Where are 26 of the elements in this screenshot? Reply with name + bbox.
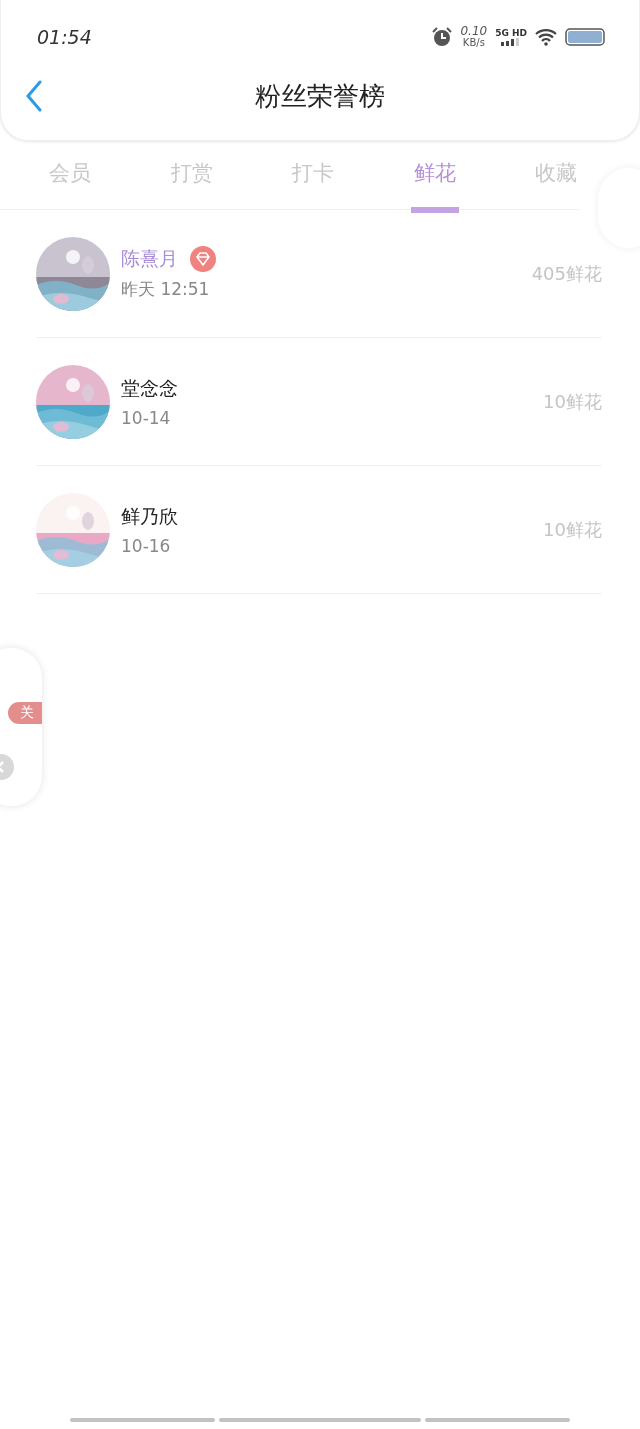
fan-time: 10-14 <box>121 407 172 428</box>
fan-time: 昨天 12:51 <box>121 278 211 301</box>
fan-name: 堂念念 <box>121 375 178 401</box>
close-button[interactable]: 关 <box>8 702 42 724</box>
speed-unit: KB/s <box>462 38 485 49</box>
page-title: 粉丝荣誉榜 <box>255 80 385 111</box>
back-icon[interactable] <box>25 80 43 112</box>
network-type: 5G HD <box>495 28 527 38</box>
network-speed: 0.10 <box>460 25 488 39</box>
flower-count: 10鲜花 <box>543 517 602 542</box>
alarm-icon <box>432 27 453 47</box>
flower-count: 10鲜花 <box>543 389 602 414</box>
tab[interactable]: 打赏 <box>167 141 216 213</box>
signal-icon <box>501 38 522 46</box>
fan-name: 鲜乃欣 <box>121 503 178 529</box>
tab[interactable]: 会员 <box>46 141 94 213</box>
flower-count: 405鲜花 <box>531 261 602 286</box>
status-time: 01:54 <box>37 26 92 48</box>
tab[interactable]: 鲜花 <box>410 141 459 213</box>
diamond-badge-icon <box>190 246 216 272</box>
tab[interactable]: 收藏 <box>532 141 580 213</box>
tab[interactable]: 打卡 <box>289 141 337 213</box>
wifi-icon <box>535 28 557 46</box>
fan-time: 10-16 <box>121 535 172 556</box>
fan-name: 陈熹月 <box>121 246 178 271</box>
battery-icon <box>565 28 605 46</box>
